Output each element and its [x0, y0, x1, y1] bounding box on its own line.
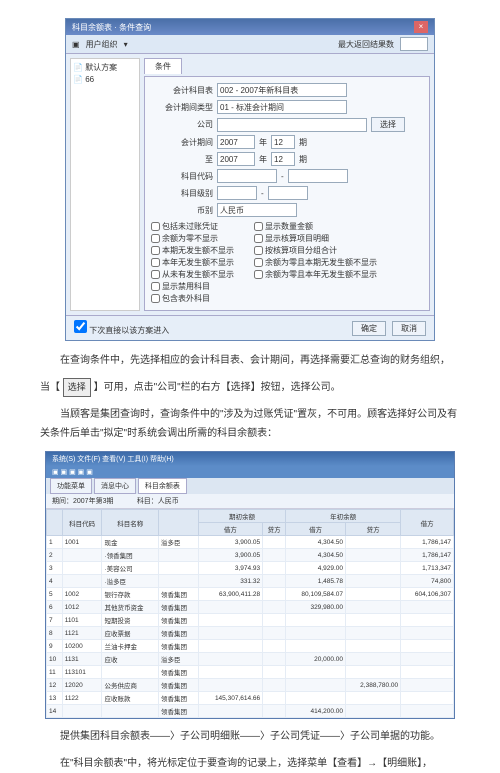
checkbox-option[interactable]: 余额为零不显示	[151, 233, 234, 244]
remember-scheme-checkbox[interactable]: 下次直接以该方案进入	[74, 320, 169, 336]
table-row[interactable]: 131122应收账款领香集团145,307,614.66	[47, 692, 454, 705]
checkbox-option[interactable]: 余额为零且本年无发生额不显示	[254, 269, 377, 280]
year-from-input[interactable]: 2007	[217, 135, 255, 149]
close-icon[interactable]: ×	[414, 21, 428, 33]
code-to-input[interactable]	[288, 169, 348, 183]
checkbox-option[interactable]: 显示数量金额	[254, 221, 377, 232]
paragraph: 在查询条件中，先选择相应的会计科目表、会计期间，再选择需要汇总查询的财务组织，	[40, 351, 460, 370]
label: 会计科目表	[151, 85, 213, 96]
max-results-input[interactable]	[400, 37, 428, 51]
checkbox-option[interactable]: 显示核算项目明细	[254, 233, 377, 244]
col-header: 年初余额	[286, 510, 401, 523]
checkbox-option[interactable]: 包含表外科目	[151, 293, 234, 304]
dialog-title: 科目余额表 · 条件查询	[72, 22, 151, 33]
tab[interactable]: 消息中心	[94, 478, 136, 494]
report-header: 期间：2007年第3期 科目：人民币	[46, 494, 454, 509]
save-icon[interactable]: ▣	[72, 40, 80, 49]
query-dialog: 科目余额表 · 条件查询 × ▣ 用户组织 ▾ 最大返回结果数 📄 默认方案 📄 …	[65, 18, 435, 341]
table-row[interactable]: 2·领香集团3,900.054,304.501,786,147	[47, 549, 454, 562]
col-header: 借方	[401, 510, 454, 536]
company-input[interactable]	[217, 118, 367, 132]
table-row[interactable]: 71101短期投资领香集团	[47, 614, 454, 627]
checkbox-option[interactable]: 包括未过账凭证	[151, 221, 234, 232]
col-header: 期初余额	[198, 510, 286, 523]
label: 科目级别	[151, 188, 213, 199]
checkbox-option[interactable]: 本期无发生额不显示	[151, 245, 234, 256]
checkbox-option[interactable]: 显示禁用科目	[151, 281, 234, 292]
checkbox-option[interactable]: 按核算项目分组合计	[254, 245, 377, 256]
table-row[interactable]: 1212020公务供应商领香集团2,388,780.00	[47, 679, 454, 692]
label: 会计期间类型	[151, 102, 213, 113]
table-row[interactable]: 4·溢多臣331.321,485.7874,800	[47, 575, 454, 588]
balance-report-window: 系统(S) 文件(F) 查看(V) 工具(I) 帮助(H) ▣ ▣ ▣ ▣ ▣ …	[45, 451, 455, 719]
table-row[interactable]: 51002银行存款领香集团63,900,411.2880,109,584.076…	[47, 588, 454, 601]
table-row[interactable]: 81121应收票据领香集团	[47, 627, 454, 640]
table-row[interactable]: 101131应收溢多臣20,000.00	[47, 653, 454, 666]
label: 科目代码	[151, 171, 213, 182]
paragraph: 当顾客是集团查询时，查询条件中的"涉及为过账凭证"置灰，不可用。顾客选择好公司及…	[40, 405, 460, 443]
label: 至	[151, 154, 213, 165]
col-header: 贷方	[346, 523, 401, 536]
tab-strip: 功能菜单 消息中心 科目余额表	[46, 478, 454, 494]
period-to-input[interactable]: 12	[271, 152, 295, 166]
window-menubar: 系统(S) 文件(F) 查看(V) 工具(I) 帮助(H)	[46, 452, 454, 466]
code-from-input[interactable]	[217, 169, 277, 183]
paragraph: 当【 选择 】可用，点击"公司"栏的右方【选择】按钮，选择公司。	[40, 378, 460, 397]
checkbox-option[interactable]: 从未有发生额不显示	[151, 269, 234, 280]
table-row[interactable]: 11113101领香集团	[47, 666, 454, 679]
cancel-button[interactable]: 取消	[392, 321, 426, 336]
paragraph: 提供集团科目余额表——〉子公司明细账——〉子公司凭证——〉子公司单据的功能。	[40, 727, 460, 746]
balance-table: 科目代码 科目名称 期初余额 年初余额 借方 借方 贷方 借方 贷方 11001…	[46, 509, 454, 718]
window-toolbar: ▣ ▣ ▣ ▣ ▣	[46, 466, 454, 478]
col-header: 借方	[286, 523, 346, 536]
label: 会计期间	[151, 137, 213, 148]
table-row[interactable]: 11001现金溢多臣3,900.054,304.501,786,147	[47, 536, 454, 549]
currency-select[interactable]: 人民币	[217, 203, 297, 217]
label: 币别	[151, 205, 213, 216]
col-header: 科目名称	[102, 510, 158, 536]
dialog-titlebar: 科目余额表 · 条件查询 ×	[66, 19, 434, 35]
ok-button[interactable]: 确定	[352, 321, 386, 336]
label: 公司	[151, 119, 213, 130]
condition-form: 会计科目表 002 - 2007年新科目表 会计期间类型 01 - 标准会计期间…	[144, 76, 430, 311]
period-type-select[interactable]: 01 - 标准会计期间	[217, 100, 347, 114]
select-company-button[interactable]: 选择	[371, 117, 405, 132]
dialog-toolbar: ▣ 用户组织 ▾ 最大返回结果数	[66, 35, 434, 54]
table-row[interactable]: 910200兰油卡押金领香集团	[47, 640, 454, 653]
col-header: 贷方	[263, 523, 286, 536]
max-results-label: 最大返回结果数	[338, 39, 394, 50]
checkbox-area: 包括未过账凭证 余额为零不显示 本期无发生额不显示 本年无发生额不显示 从未有发…	[151, 221, 423, 304]
tab-conditions[interactable]: 条件	[144, 58, 182, 74]
year-to-input[interactable]: 2007	[217, 152, 255, 166]
select-button-inline: 选择	[63, 378, 91, 397]
col-header: 借方	[198, 523, 262, 536]
table-row[interactable]: 3·美容公司3,974.934,929.001,713,347	[47, 562, 454, 575]
chevron-down-icon: ▾	[124, 40, 128, 49]
period-from-input[interactable]: 12	[271, 135, 295, 149]
level-from-input[interactable]	[217, 186, 257, 200]
dialog-footer: 下次直接以该方案进入 确定 取消	[66, 315, 434, 340]
account-table-select[interactable]: 002 - 2007年新科目表	[217, 83, 347, 97]
checkbox-option[interactable]: 本年无发生额不显示	[151, 257, 234, 268]
tab[interactable]: 科目余额表	[138, 478, 187, 494]
scheme-sidebar: 📄 默认方案 📄 66	[70, 58, 140, 311]
checkbox-option[interactable]: 余额为零且本期无发生额不显示	[254, 257, 377, 268]
sidebar-item[interactable]: 📄 默认方案	[73, 61, 137, 74]
paragraph: 在"科目余额表"中，将光标定位于要查询的记录上，选择菜单【查看】→【明细账】，	[40, 754, 460, 773]
table-row[interactable]: 61012其他货币资金领香集团329,980.00	[47, 601, 454, 614]
user-org-dropdown[interactable]: 用户组织	[86, 39, 118, 50]
sidebar-item[interactable]: 📄 66	[73, 74, 137, 85]
col-header: 科目代码	[62, 510, 102, 536]
level-to-input[interactable]	[268, 186, 308, 200]
tab[interactable]: 功能菜单	[50, 478, 92, 494]
